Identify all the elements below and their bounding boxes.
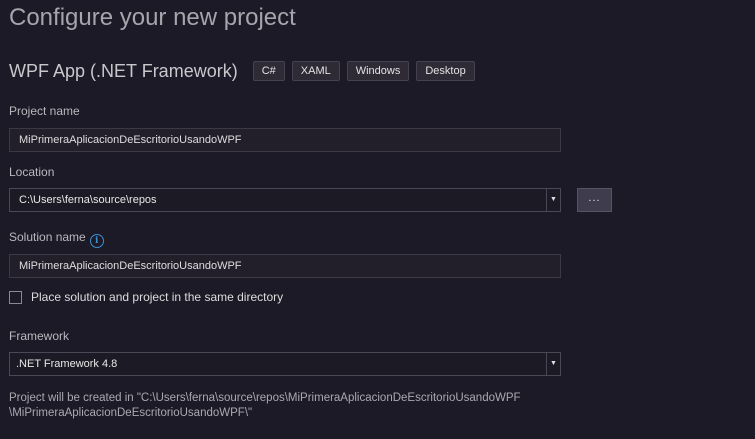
tag-desktop: Desktop	[416, 61, 475, 81]
framework-value[interactable]: .NET Framework 4.8	[16, 358, 117, 370]
location-combobox[interactable]: C:\Users\ferna\source\repos ▼	[9, 188, 561, 212]
tag-xaml: XAML	[291, 61, 340, 81]
tag-windows: Windows	[346, 61, 410, 81]
template-tags: C# XAML Windows Desktop	[252, 61, 475, 81]
solution-name-label: Solution name i	[9, 230, 104, 248]
chevron-down-icon[interactable]: ▼	[546, 353, 560, 375]
chevron-down-icon[interactable]: ▼	[546, 189, 560, 211]
tag-csharp: C#	[252, 61, 285, 81]
template-header: WPF App (.NET Framework) C# XAML Windows…	[9, 60, 475, 82]
same-directory-option[interactable]: Place solution and project in the same d…	[9, 290, 283, 304]
project-name-label: Project name	[9, 104, 80, 118]
same-directory-label[interactable]: Place solution and project in the same d…	[31, 290, 283, 304]
location-value[interactable]: C:\Users\ferna\source\repos	[19, 194, 157, 206]
summary-line-1: Project will be created in "C:\Users\fer…	[9, 392, 521, 404]
same-directory-checkbox[interactable]	[9, 290, 22, 304]
framework-label: Framework	[9, 329, 70, 343]
template-name: WPF App (.NET Framework)	[9, 60, 238, 81]
browse-button[interactable]: ...	[577, 188, 612, 212]
info-icon[interactable]: i	[89, 234, 104, 248]
project-path-summary: Project will be created in "C:\Users\fer…	[9, 391, 569, 421]
solution-name-label-text: Solution name	[9, 230, 86, 244]
summary-line-2: \MiPrimeraAplicacionDeEscritorioUsandoWP…	[9, 407, 253, 419]
solution-name-input[interactable]: MiPrimeraAplicacionDeEscritorioUsandoWPF	[9, 254, 561, 278]
location-label: Location	[9, 165, 55, 179]
framework-combobox[interactable]: .NET Framework 4.8 ▼	[9, 352, 561, 376]
page-title: Configure your new project	[9, 4, 296, 31]
project-name-input[interactable]: MiPrimeraAplicacionDeEscritorioUsandoWPF	[9, 128, 561, 152]
